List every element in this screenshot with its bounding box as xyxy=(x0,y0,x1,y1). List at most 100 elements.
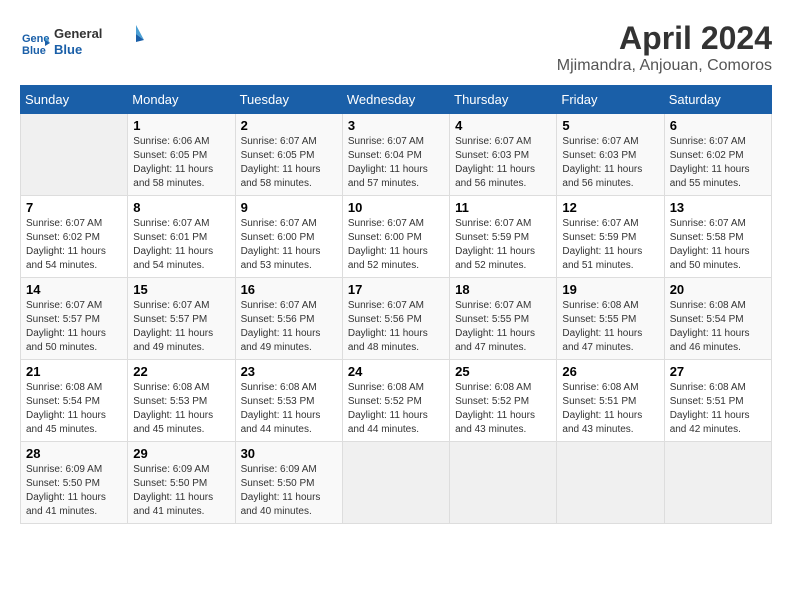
general-blue-logo: General Blue xyxy=(54,20,144,60)
calendar-table: SundayMondayTuesdayWednesdayThursdayFrid… xyxy=(20,85,772,524)
day-cell: 4Sunrise: 6:07 AMSunset: 6:03 PMDaylight… xyxy=(450,114,557,196)
day-cell: 21 Sunrise: 6:08 AMSunset: 5:54 PMDayligh… xyxy=(21,360,128,442)
week-row-0: 1 Sunrise: 6:06 AMSunset: 6:05 PMDaylight… xyxy=(21,114,772,196)
day-number: 10 xyxy=(348,200,444,215)
header-cell-wednesday: Wednesday xyxy=(342,86,449,114)
day-cell: 10 Sunrise: 6:07 AMSunset: 6:00 PMDayligh… xyxy=(342,196,449,278)
day-number: 25 xyxy=(455,364,551,379)
day-number: 24 xyxy=(348,364,444,379)
day-cell: 15Sunrise: 6:07 AMSunset: 5:57 PMDayligh… xyxy=(128,278,235,360)
title-area: April 2024 Mjimandra, Anjouan, Comoros xyxy=(557,20,772,75)
day-cell: 18 Sunrise: 6:07 AMSunset: 5:55 PMDayligh… xyxy=(450,278,557,360)
day-number: 30 xyxy=(241,446,337,461)
day-number: 11 xyxy=(455,200,551,215)
header-cell-saturday: Saturday xyxy=(664,86,771,114)
day-info: Sunrise: 6:07 AMSunset: 5:55 PMDaylight:… xyxy=(455,299,551,355)
day-cell: 30 Sunrise: 6:09 AMSunset: 5:50 PMDayligh… xyxy=(235,442,342,524)
day-info: Sunrise: 6:08 AMSunset: 5:52 PMDaylight:… xyxy=(348,381,444,437)
day-info: Sunrise: 6:08 AMSunset: 5:52 PMDaylight:… xyxy=(455,381,551,437)
day-number: 23 xyxy=(241,364,337,379)
day-number: 19 xyxy=(562,282,658,297)
day-info: Sunrise: 6:07 AMSunset: 5:57 PMDaylight:… xyxy=(26,299,122,355)
week-row-2: 14 Sunrise: 6:07 AMSunset: 5:57 PMDayligh… xyxy=(21,278,772,360)
week-row-1: 7Sunrise: 6:07 AMSunset: 6:02 PMDaylight… xyxy=(21,196,772,278)
day-cell: 16 Sunrise: 6:07 AMSunset: 5:56 PMDayligh… xyxy=(235,278,342,360)
day-info: Sunrise: 6:07 AMSunset: 6:03 PMDaylight:… xyxy=(455,135,551,191)
svg-text:General: General xyxy=(54,26,102,41)
day-cell: 29Sunrise: 6:09 AMSunset: 5:50 PMDayligh… xyxy=(128,442,235,524)
day-number: 16 xyxy=(241,282,337,297)
day-cell: 8Sunrise: 6:07 AMSunset: 6:01 PMDaylight… xyxy=(128,196,235,278)
svg-text:Blue: Blue xyxy=(22,45,46,57)
day-cell: 6Sunrise: 6:07 AMSunset: 6:02 PMDaylight… xyxy=(664,114,771,196)
day-cell xyxy=(342,442,449,524)
day-number: 21 xyxy=(26,364,122,379)
day-info: Sunrise: 6:07 AMSunset: 6:00 PMDaylight:… xyxy=(348,217,444,273)
svg-text:Blue: Blue xyxy=(54,42,82,57)
day-cell: 12 Sunrise: 6:07 AMSunset: 5:59 PMDayligh… xyxy=(557,196,664,278)
day-number: 5 xyxy=(562,118,658,133)
day-cell: 27Sunrise: 6:08 AMSunset: 5:51 PMDayligh… xyxy=(664,360,771,442)
day-info: Sunrise: 6:08 AMSunset: 5:54 PMDaylight:… xyxy=(26,381,122,437)
day-info: Sunrise: 6:07 AMSunset: 5:57 PMDaylight:… xyxy=(133,299,229,355)
week-row-4: 28 Sunrise: 6:09 AMSunset: 5:50 PMDayligh… xyxy=(21,442,772,524)
day-cell: 25 Sunrise: 6:08 AMSunset: 5:52 PMDayligh… xyxy=(450,360,557,442)
day-info: Sunrise: 6:07 AMSunset: 6:04 PMDaylight:… xyxy=(348,135,444,191)
day-number: 22 xyxy=(133,364,229,379)
day-number: 28 xyxy=(26,446,122,461)
day-number: 12 xyxy=(562,200,658,215)
day-cell: 14 Sunrise: 6:07 AMSunset: 5:57 PMDayligh… xyxy=(21,278,128,360)
day-cell: 11Sunrise: 6:07 AMSunset: 5:59 PMDayligh… xyxy=(450,196,557,278)
page-header: General Blue General Blue April 2024 Mji… xyxy=(20,20,772,75)
day-cell: 7Sunrise: 6:07 AMSunset: 6:02 PMDaylight… xyxy=(21,196,128,278)
header-cell-tuesday: Tuesday xyxy=(235,86,342,114)
day-number: 27 xyxy=(670,364,766,379)
day-cell: 17Sunrise: 6:07 AMSunset: 5:56 PMDayligh… xyxy=(342,278,449,360)
day-info: Sunrise: 6:07 AMSunset: 5:59 PMDaylight:… xyxy=(562,217,658,273)
week-row-3: 21 Sunrise: 6:08 AMSunset: 5:54 PMDayligh… xyxy=(21,360,772,442)
day-cell: 23Sunrise: 6:08 AMSunset: 5:53 PMDayligh… xyxy=(235,360,342,442)
day-cell: 13 Sunrise: 6:07 AMSunset: 5:58 PMDayligh… xyxy=(664,196,771,278)
header-cell-sunday: Sunday xyxy=(21,86,128,114)
logo-icon: General Blue xyxy=(20,28,50,58)
day-cell: 19 Sunrise: 6:08 AMSunset: 5:55 PMDayligh… xyxy=(557,278,664,360)
day-number: 26 xyxy=(562,364,658,379)
header-cell-friday: Friday xyxy=(557,86,664,114)
day-number: 14 xyxy=(26,282,122,297)
day-cell xyxy=(450,442,557,524)
day-cell: 2 Sunrise: 6:07 AMSunset: 6:05 PMDaylight… xyxy=(235,114,342,196)
day-info: Sunrise: 6:07 AMSunset: 5:56 PMDaylight:… xyxy=(241,299,337,355)
day-number: 13 xyxy=(670,200,766,215)
day-cell: 20Sunrise: 6:08 AMSunset: 5:54 PMDayligh… xyxy=(664,278,771,360)
day-number: 6 xyxy=(670,118,766,133)
day-info: Sunrise: 6:08 AMSunset: 5:55 PMDaylight:… xyxy=(562,299,658,355)
day-info: Sunrise: 6:09 AMSunset: 5:50 PMDaylight:… xyxy=(26,463,122,519)
day-cell: 28 Sunrise: 6:09 AMSunset: 5:50 PMDayligh… xyxy=(21,442,128,524)
day-number: 3 xyxy=(348,118,444,133)
day-info: Sunrise: 6:06 AMSunset: 6:05 PMDaylight:… xyxy=(133,135,229,191)
day-number: 18 xyxy=(455,282,551,297)
day-info: Sunrise: 6:08 AMSunset: 5:53 PMDaylight:… xyxy=(133,381,229,437)
day-info: Sunrise: 6:07 AMSunset: 6:00 PMDaylight:… xyxy=(241,217,337,273)
day-number: 2 xyxy=(241,118,337,133)
month-title: April 2024 xyxy=(557,20,772,57)
header-row: SundayMondayTuesdayWednesdayThursdayFrid… xyxy=(21,86,772,114)
day-cell: 9 Sunrise: 6:07 AMSunset: 6:00 PMDaylight… xyxy=(235,196,342,278)
day-cell xyxy=(557,442,664,524)
location: Mjimandra, Anjouan, Comoros xyxy=(557,57,772,75)
day-number: 20 xyxy=(670,282,766,297)
day-info: Sunrise: 6:07 AMSunset: 5:58 PMDaylight:… xyxy=(670,217,766,273)
header-cell-thursday: Thursday xyxy=(450,86,557,114)
day-cell: 3 Sunrise: 6:07 AMSunset: 6:04 PMDaylight… xyxy=(342,114,449,196)
day-info: Sunrise: 6:07 AMSunset: 6:03 PMDaylight:… xyxy=(562,135,658,191)
day-cell: 24 Sunrise: 6:08 AMSunset: 5:52 PMDayligh… xyxy=(342,360,449,442)
day-number: 8 xyxy=(133,200,229,215)
day-info: Sunrise: 6:09 AMSunset: 5:50 PMDaylight:… xyxy=(241,463,337,519)
day-cell: 22 Sunrise: 6:08 AMSunset: 5:53 PMDayligh… xyxy=(128,360,235,442)
logo: General Blue General Blue xyxy=(20,20,144,65)
day-number: 29 xyxy=(133,446,229,461)
day-info: Sunrise: 6:07 AMSunset: 5:56 PMDaylight:… xyxy=(348,299,444,355)
day-number: 9 xyxy=(241,200,337,215)
day-number: 1 xyxy=(133,118,229,133)
day-info: Sunrise: 6:07 AMSunset: 6:05 PMDaylight:… xyxy=(241,135,337,191)
